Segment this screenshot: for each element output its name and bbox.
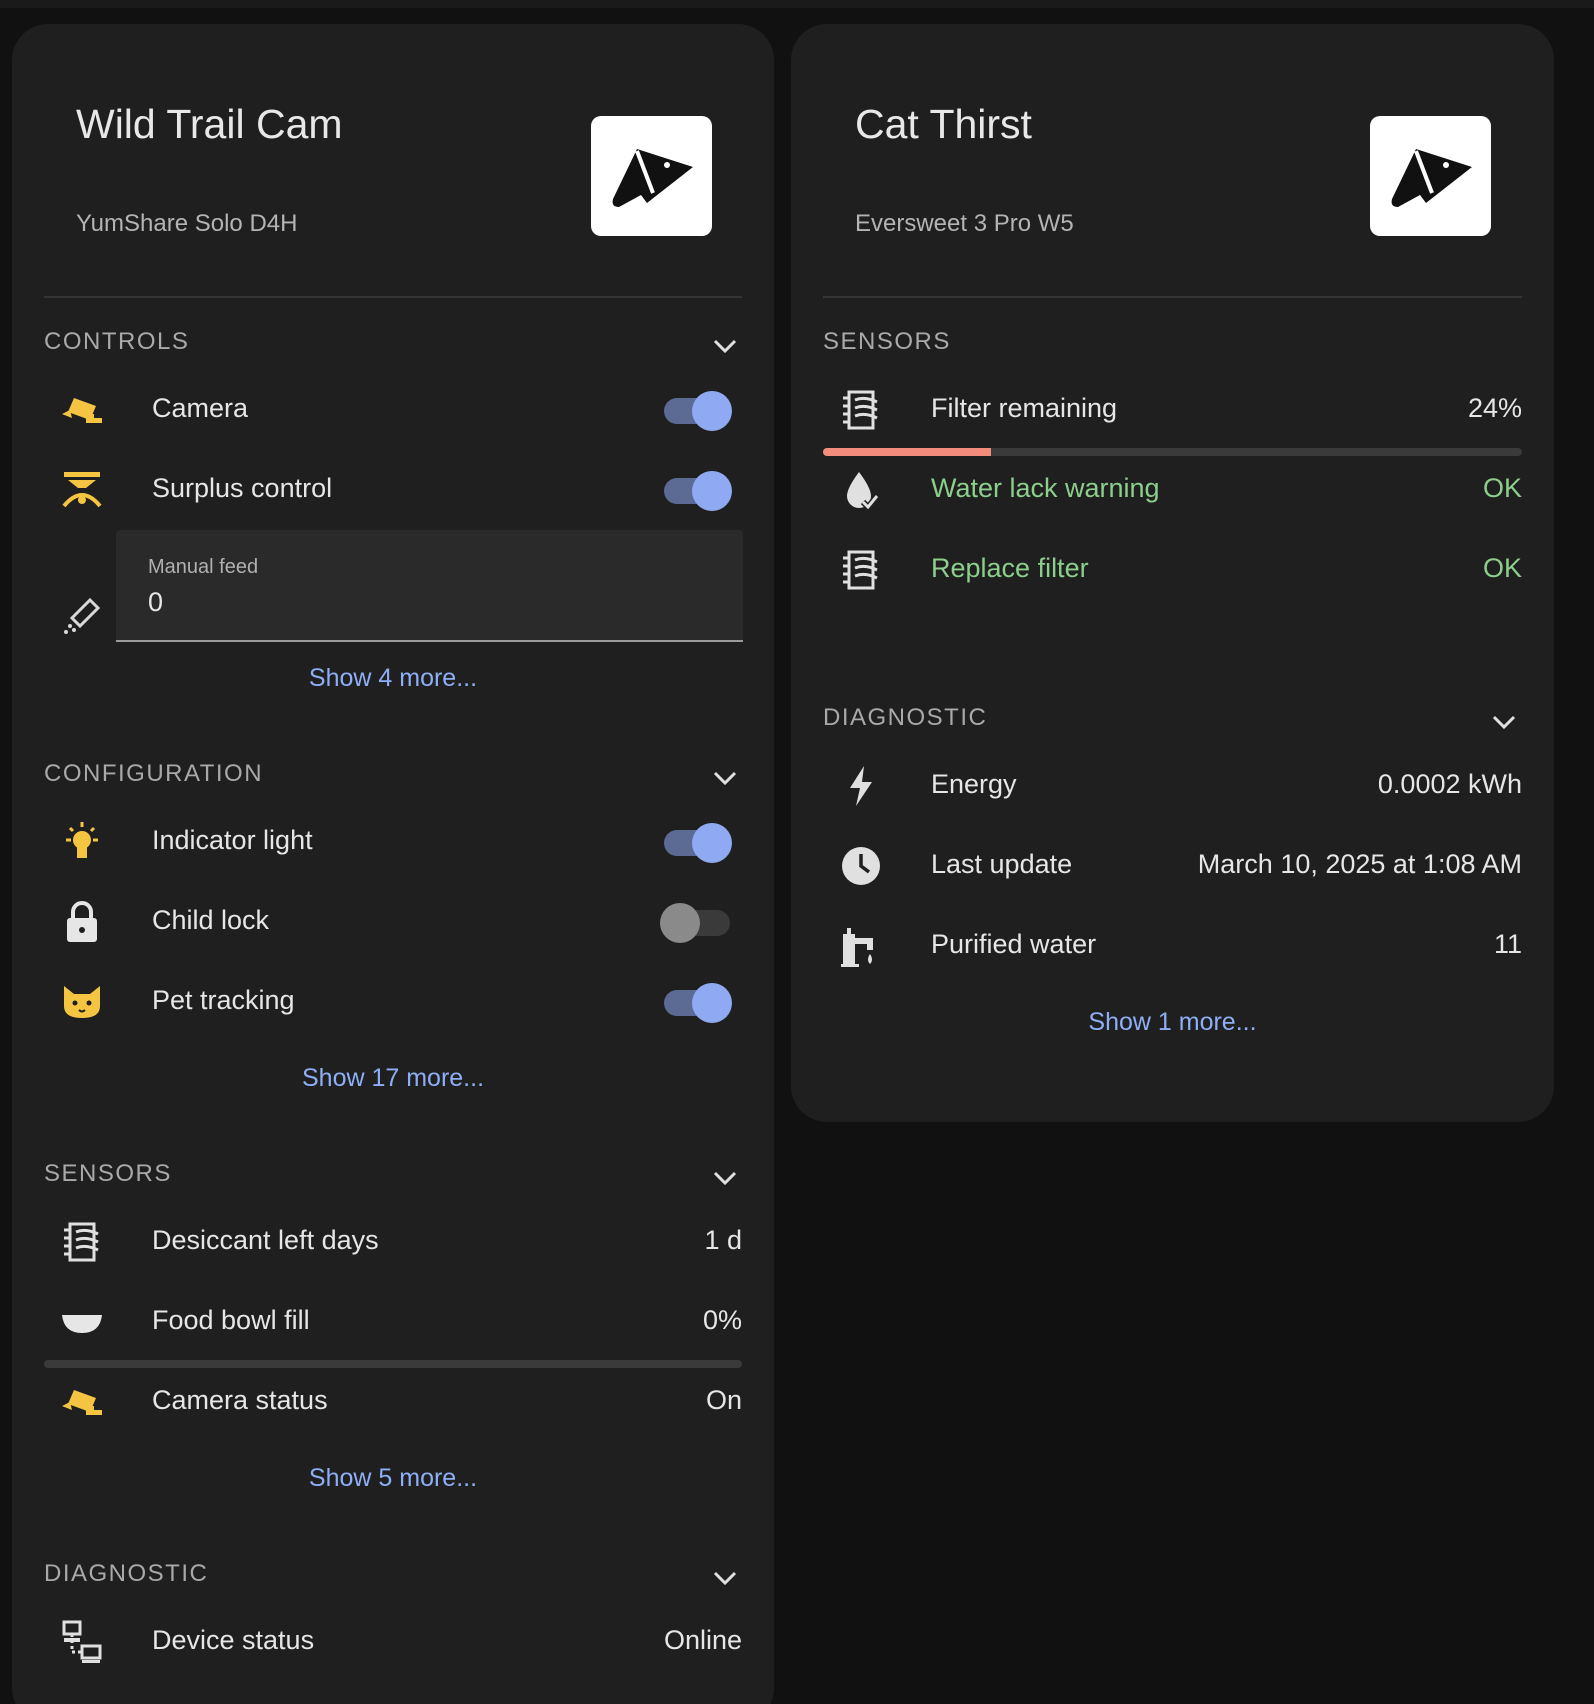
- sensor-label: Water lack warning: [931, 473, 1160, 503]
- diagnostic-row-energy[interactable]: Energy 0.0002 kWh: [823, 752, 1522, 816]
- control-label[interactable]: Camera: [152, 393, 248, 424]
- chevron-down-icon[interactable]: [710, 768, 740, 788]
- control-row-surplus-control: Surplus control: [44, 456, 742, 520]
- filter-icon: [839, 388, 883, 432]
- card-title: Cat Thirst: [855, 101, 1032, 147]
- header-divider: [44, 296, 742, 298]
- lightning-icon: [839, 764, 883, 808]
- diagnostic-row-device-status[interactable]: Device status Online: [44, 1608, 742, 1672]
- filter-remaining-bar: [823, 448, 1522, 456]
- sensor-value: OK: [1482, 553, 1522, 583]
- device-card-cat-thirst: Cat Thirst Eversweet 3 Pro W5 SENSORS Fi…: [791, 24, 1554, 1122]
- sensor-row-filter-remaining[interactable]: Filter remaining 24%: [823, 376, 1522, 440]
- diagnostic-label: Purified water: [931, 929, 1097, 959]
- diagnostic-value: Online: [663, 1625, 742, 1655]
- header-divider: [823, 296, 1522, 298]
- section-heading-configuration: CONFIGURATION: [44, 760, 264, 787]
- config-row-indicator-light: Indicator light: [44, 808, 742, 872]
- lightbulb-on-icon[interactable]: [60, 820, 104, 864]
- control-row-camera: Camera: [44, 376, 742, 440]
- manual-feed-label: Manual feed: [148, 556, 259, 578]
- config-label[interactable]: Child lock: [152, 905, 269, 936]
- petlibro-logo-icon: [1370, 116, 1491, 236]
- section-heading-diagnostic: DIAGNOSTIC: [44, 1560, 209, 1587]
- chevron-down-icon[interactable]: [710, 1168, 740, 1188]
- camera-toggle[interactable]: [660, 390, 732, 431]
- sensor-label: Desiccant left days: [152, 1225, 379, 1255]
- lan-icon: [60, 1620, 104, 1664]
- show-more-controls-button[interactable]: Show 4 more...: [12, 664, 774, 693]
- filter-icon: [839, 548, 883, 592]
- card-subtitle[interactable]: Eversweet 3 Pro W5: [855, 210, 1074, 238]
- config-row-child-lock: Child lock: [44, 888, 742, 952]
- diagnostic-label: Device status: [152, 1625, 315, 1655]
- chevron-down-icon[interactable]: [710, 1568, 740, 1588]
- diagnostic-value: March 10, 2025 at 1:08 AM: [1197, 849, 1522, 879]
- child-lock-toggle[interactable]: [660, 902, 732, 943]
- cat-icon[interactable]: [60, 980, 104, 1024]
- cctv-icon[interactable]: [60, 388, 104, 432]
- sensor-row-food-bowl-fill[interactable]: Food bowl fill 0%: [44, 1288, 742, 1352]
- diagnostic-label: Energy: [931, 769, 1017, 799]
- bowl-icon: [60, 1300, 104, 1344]
- feeder-icon[interactable]: [60, 468, 104, 512]
- filter-icon: [60, 1220, 104, 1264]
- manual-feed-field[interactable]: Manual feed 0: [116, 530, 743, 642]
- sensor-value: On: [705, 1385, 742, 1415]
- top-bar: [0, 0, 1594, 8]
- sensor-row-desiccant[interactable]: Desiccant left days 1 d: [44, 1208, 742, 1272]
- petlibro-logo-icon: [591, 116, 712, 236]
- indicator-light-toggle[interactable]: [660, 822, 732, 863]
- diagnostic-value: 0.0002 kWh: [1377, 769, 1522, 799]
- sensor-value: 24%: [1467, 393, 1522, 423]
- manual-feed-value[interactable]: 0: [148, 587, 163, 618]
- device-card-wild-trail-cam: Wild Trail Cam YumShare Solo D4H CONTROL…: [12, 24, 774, 1704]
- sensor-label: Filter remaining: [931, 393, 1118, 423]
- water-pump-icon: [839, 924, 883, 968]
- control-label[interactable]: Surplus control: [152, 473, 332, 504]
- show-more-diagnostic-button[interactable]: Show 1 more...: [791, 1008, 1554, 1037]
- water-check-icon: [839, 468, 883, 512]
- config-label[interactable]: Pet tracking: [152, 985, 295, 1016]
- sensor-label: Camera status: [152, 1385, 328, 1415]
- config-row-pet-tracking: Pet tracking: [44, 968, 742, 1032]
- cctv-icon: [60, 1380, 104, 1424]
- sensor-value: 0%: [702, 1305, 742, 1335]
- lock-icon[interactable]: [60, 900, 104, 944]
- sensor-label: Food bowl fill: [152, 1305, 310, 1335]
- sensor-row-camera-status[interactable]: Camera status On: [44, 1368, 742, 1432]
- clock-icon: [839, 844, 883, 888]
- surplus-control-toggle[interactable]: [660, 470, 732, 511]
- card-title: Wild Trail Cam: [76, 101, 343, 147]
- section-heading-diagnostic: DIAGNOSTIC: [823, 704, 988, 731]
- sensor-value: OK: [1482, 473, 1522, 503]
- chevron-down-icon[interactable]: [1489, 712, 1519, 732]
- show-more-sensors-button[interactable]: Show 5 more...: [12, 1464, 774, 1493]
- show-more-configuration-button[interactable]: Show 17 more...: [12, 1064, 774, 1093]
- sensor-value: 1 d: [704, 1225, 742, 1255]
- config-label[interactable]: Indicator light: [152, 825, 313, 856]
- food-bowl-fill-bar: [44, 1360, 742, 1368]
- section-heading-sensors: SENSORS: [44, 1160, 172, 1187]
- sensor-row-water-lack-warning[interactable]: Water lack warning OK: [823, 456, 1522, 520]
- sensor-row-replace-filter[interactable]: Replace filter OK: [823, 536, 1522, 600]
- section-heading-controls: CONTROLS: [44, 328, 190, 355]
- diagnostic-value: 11: [1493, 929, 1522, 959]
- diagnostic-row-last-update[interactable]: Last update March 10, 2025 at 1:08 AM: [823, 832, 1522, 896]
- pet-tracking-toggle[interactable]: [660, 982, 732, 1023]
- chevron-down-icon[interactable]: [710, 336, 740, 356]
- eyedropper-icon: [60, 594, 104, 638]
- diagnostic-label: Last update: [931, 849, 1073, 879]
- sensor-label: Replace filter: [931, 553, 1089, 583]
- section-heading-sensors: SENSORS: [823, 328, 951, 355]
- diagnostic-row-purified-water[interactable]: Purified water 11: [823, 912, 1522, 976]
- card-subtitle[interactable]: YumShare Solo D4H: [76, 210, 297, 238]
